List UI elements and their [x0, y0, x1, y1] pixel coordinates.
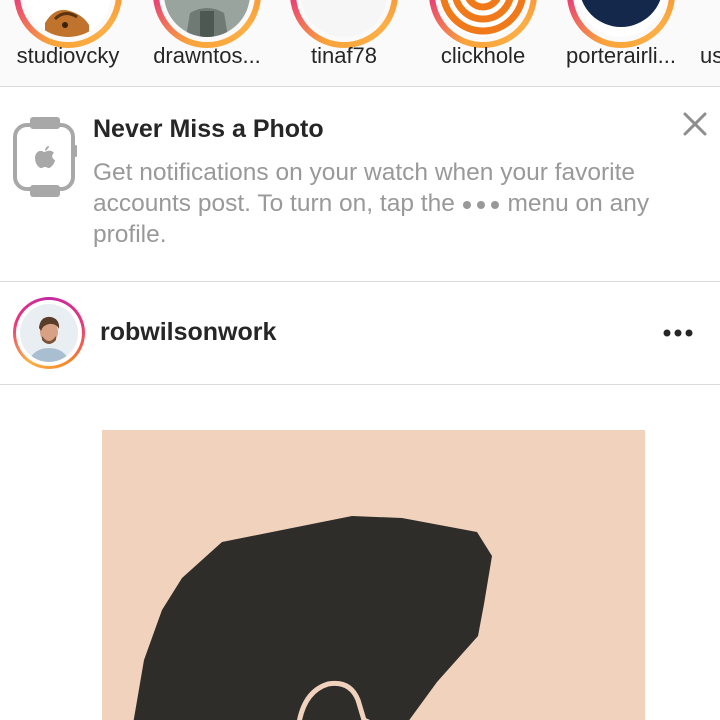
story-ring — [14, 0, 122, 48]
post-username[interactable]: robwilsonwork — [100, 318, 276, 347]
story-item[interactable]: tinaf78 — [274, 0, 414, 86]
story-username: studiovcky — [16, 43, 120, 68]
story-ring — [153, 0, 261, 48]
notification-message: Get notifications on your watch when you… — [93, 157, 673, 250]
story-ring — [567, 0, 675, 48]
close-icon[interactable] — [680, 109, 710, 139]
story-ring — [429, 0, 537, 48]
post-header: robwilsonwork — [0, 282, 720, 385]
notification-title: Never Miss a Photo — [93, 115, 324, 143]
stories-tray: studiovcky drawntos... tinaf78 clickhole… — [0, 0, 720, 87]
more-dots-icon — [462, 190, 508, 217]
story-item[interactable]: clickhole — [413, 0, 553, 86]
user-avatar — [20, 304, 78, 362]
more-options-icon[interactable] — [662, 326, 694, 340]
story-ring — [290, 0, 398, 48]
artwork-image — [102, 430, 645, 720]
story-username: porterairli... — [565, 43, 677, 68]
story-username: us — [700, 43, 720, 68]
story-username: tinaf78 — [310, 43, 378, 68]
story-item[interactable]: us — [690, 0, 720, 86]
story-username: drawntos... — [153, 43, 261, 68]
story-item[interactable]: porterairli... — [551, 0, 691, 86]
apple-watch-icon — [12, 117, 78, 197]
story-username: clickhole — [440, 43, 526, 68]
story-item[interactable]: drawntos... — [137, 0, 277, 86]
post-image[interactable] — [0, 385, 720, 720]
avatar[interactable] — [13, 297, 85, 369]
story-item[interactable]: studiovcky — [0, 0, 138, 86]
watch-notification-banner: Never Miss a Photo Get notifications on … — [0, 87, 720, 282]
